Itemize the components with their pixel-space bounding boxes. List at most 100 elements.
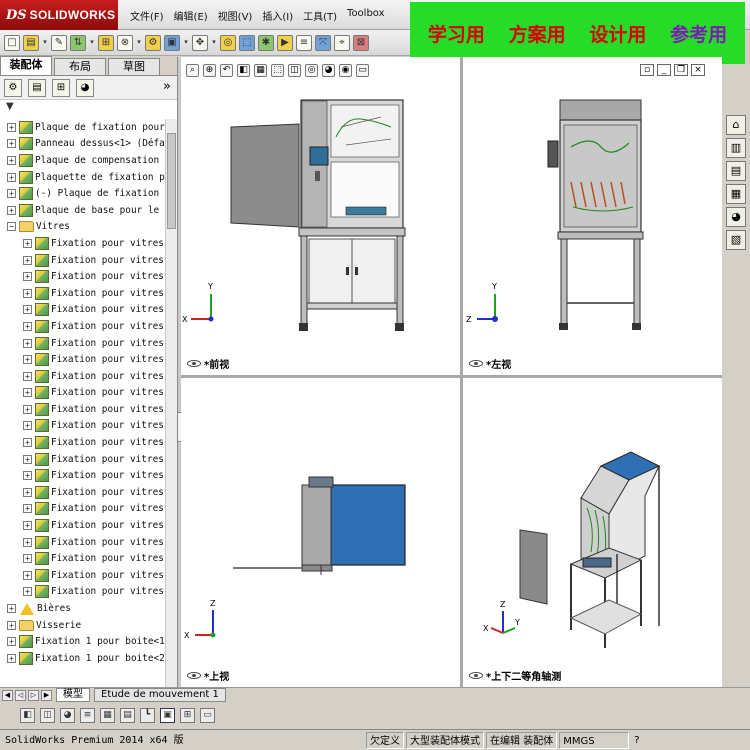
expand-icon[interactable]: +	[7, 189, 16, 199]
graphics-area[interactable]: Y X *前视 Y Z *左视 Z X *上视 Z X Y *上下二等角轴测	[181, 57, 722, 687]
expand-icon[interactable]: +	[23, 305, 32, 315]
iso-view-model[interactable]: Z X Y	[463, 378, 722, 687]
tree-item[interactable]: + Fixation pour vitres	[0, 584, 166, 601]
top-view-model[interactable]: Z X	[181, 378, 460, 687]
shaded-icon[interactable]: ◧	[20, 708, 35, 723]
previous-view-icon[interactable]: ↶	[220, 63, 233, 77]
tab-sketch[interactable]: 草图	[108, 58, 160, 75]
menu-view[interactable]: 视图(V)	[218, 8, 253, 23]
left-view-model[interactable]: Y Z	[463, 57, 722, 375]
list-icon[interactable]: ≡	[80, 708, 95, 723]
tree-item[interactable]: + Fixation pour vitres	[0, 484, 166, 501]
expand-icon[interactable]: +	[23, 504, 32, 514]
tree-item[interactable]: + Fixation pour vitres	[0, 268, 166, 285]
expand-icon[interactable]: +	[23, 521, 32, 531]
tree-item[interactable]: + Plaque de fixation pour	[0, 119, 166, 136]
tab-layout[interactable]: 布局	[54, 58, 106, 75]
tree-item[interactable]: + (-) Plaque de fixation p	[0, 185, 166, 202]
tree-item[interactable]: − Vitres	[0, 219, 166, 236]
tree-item[interactable]: + Visserie	[0, 617, 166, 634]
viewport-top[interactable]: Z X *上视	[181, 378, 460, 687]
expand-icon[interactable]: +	[23, 272, 32, 282]
viewport-divider-vertical[interactable]	[460, 57, 463, 687]
insert-component-icon[interactable]: ⊞	[98, 34, 114, 51]
last-tab-icon[interactable]: ▶	[41, 689, 52, 701]
reference-geometry-icon[interactable]: ✱	[258, 34, 274, 51]
tree-item[interactable]: + Fixation pour vitres	[0, 401, 166, 418]
help-icon[interactable]: ?	[631, 732, 651, 749]
tree-item[interactable]: + Fixation 1 pour boite<2	[0, 650, 166, 667]
restore-icon[interactable]: ▫	[640, 64, 654, 76]
display-style-icon[interactable]: ◫	[288, 63, 301, 77]
chart-icon[interactable]: ┗	[140, 708, 155, 723]
tab-motion-study[interactable]: Etude de mouvement 1	[94, 688, 226, 702]
expand-icon[interactable]: +	[23, 338, 32, 348]
expand-icon[interactable]: +	[7, 653, 16, 663]
expand-icon[interactable]: +	[23, 288, 32, 298]
tile-icon[interactable]: ❐	[674, 64, 688, 76]
file-explorer-icon[interactable]: ▤	[726, 161, 746, 181]
zoom-area-icon[interactable]: ⊕	[203, 63, 216, 77]
property-manager-icon[interactable]: ▤	[28, 78, 46, 97]
expand-icon[interactable]: +	[7, 604, 16, 614]
edit-appearance-icon[interactable]: ◕	[322, 63, 335, 77]
tree-item[interactable]: + Fixation 1 pour boite<1	[0, 633, 166, 650]
tree-item[interactable]: + Fixation pour vitres	[0, 285, 166, 302]
tree-item[interactable]: + Fixation pour vitres	[0, 550, 166, 567]
tab-assembly[interactable]: 装配体	[0, 56, 52, 75]
solidworks-logo[interactable]: DS SOLIDWORKS	[0, 0, 118, 30]
more-panels-icon[interactable]: »	[163, 79, 171, 94]
expand-icon[interactable]: +	[23, 255, 32, 265]
expand-icon[interactable]: +	[23, 421, 32, 431]
show-hidden-icon[interactable]: ◎	[220, 34, 236, 51]
expand-icon[interactable]: +	[23, 537, 32, 547]
tree-item[interactable]: + Bières	[0, 600, 166, 617]
filter-icon[interactable]: ▼	[6, 101, 14, 112]
section-view-icon[interactable]: ◧	[237, 63, 250, 77]
next-tab-icon[interactable]: ▷	[28, 689, 39, 701]
component-pattern-icon[interactable]: ⚙	[145, 34, 161, 51]
pin-icon[interactable]: ✎	[51, 34, 67, 51]
expand-icon[interactable]: +	[7, 172, 16, 182]
smart-fasteners-icon[interactable]: ▣	[164, 34, 180, 51]
expand-icon[interactable]: +	[23, 570, 32, 580]
rebuild-dropdown-icon[interactable]: ▾	[89, 35, 95, 51]
appearance-icon[interactable]: ◕	[60, 708, 75, 723]
menu-edit[interactable]: 编辑(E)	[174, 8, 208, 23]
tree-filter[interactable]: ▼	[0, 100, 177, 116]
tree-scroll-thumb[interactable]	[167, 133, 176, 229]
tree-item[interactable]: + Panneau dessus<1> (Défau	[0, 136, 166, 153]
expand-icon[interactable]: +	[7, 637, 16, 647]
viewport-isometric[interactable]: Z X Y *上下二等角轴测	[463, 378, 722, 687]
display-manager-icon[interactable]: ◕	[76, 78, 94, 97]
rebuild-icon[interactable]: ⇅	[70, 34, 86, 51]
units-selector[interactable]: MMGS	[559, 731, 630, 749]
wireframe-icon[interactable]: ◫	[40, 708, 55, 723]
cube-view-icon[interactable]: ▣	[160, 708, 175, 723]
viewport-left[interactable]: Y Z *左视	[463, 57, 722, 375]
instant3d-icon[interactable]: ⌖	[334, 34, 350, 51]
appearances-scenes-icon[interactable]: ◕	[726, 207, 746, 227]
expand-icon[interactable]: +	[23, 388, 32, 398]
menu-insert[interactable]: 插入(I)	[262, 8, 293, 23]
mate-dropdown-icon[interactable]: ▾	[136, 35, 142, 51]
zoom-to-fit-icon[interactable]: ⌕	[186, 63, 199, 77]
tree-item[interactable]: + Fixation pour vitres	[0, 351, 166, 368]
mate-icon[interactable]: ⊗	[117, 34, 133, 51]
bill-of-materials-icon[interactable]: ≡	[296, 34, 312, 51]
tree-item[interactable]: + Fixation pour vitres	[0, 434, 166, 451]
tree-item[interactable]: + Fixation pour vitres	[0, 418, 166, 435]
tree-item[interactable]: + Plaque de compensation :	[0, 152, 166, 169]
custom-properties-icon[interactable]: ▧	[726, 230, 746, 250]
expand-icon[interactable]: +	[23, 487, 32, 497]
expand-icon[interactable]: +	[7, 620, 16, 630]
exploded-view-icon[interactable]: ⤧	[315, 34, 331, 51]
tree-item[interactable]: + Fixation pour vitres	[0, 252, 166, 269]
tree-item[interactable]: + Fixation pour vitres	[0, 534, 166, 551]
feature-tree-icon[interactable]: ⚙	[4, 78, 22, 97]
expand-icon[interactable]: +	[7, 205, 16, 215]
menu-tools[interactable]: 工具(T)	[303, 8, 337, 23]
tree-item[interactable]: + Fixation pour vitres	[0, 501, 166, 518]
tree-item[interactable]: + Fixation pour vitres	[0, 235, 166, 252]
expand-icon[interactable]: +	[23, 371, 32, 381]
